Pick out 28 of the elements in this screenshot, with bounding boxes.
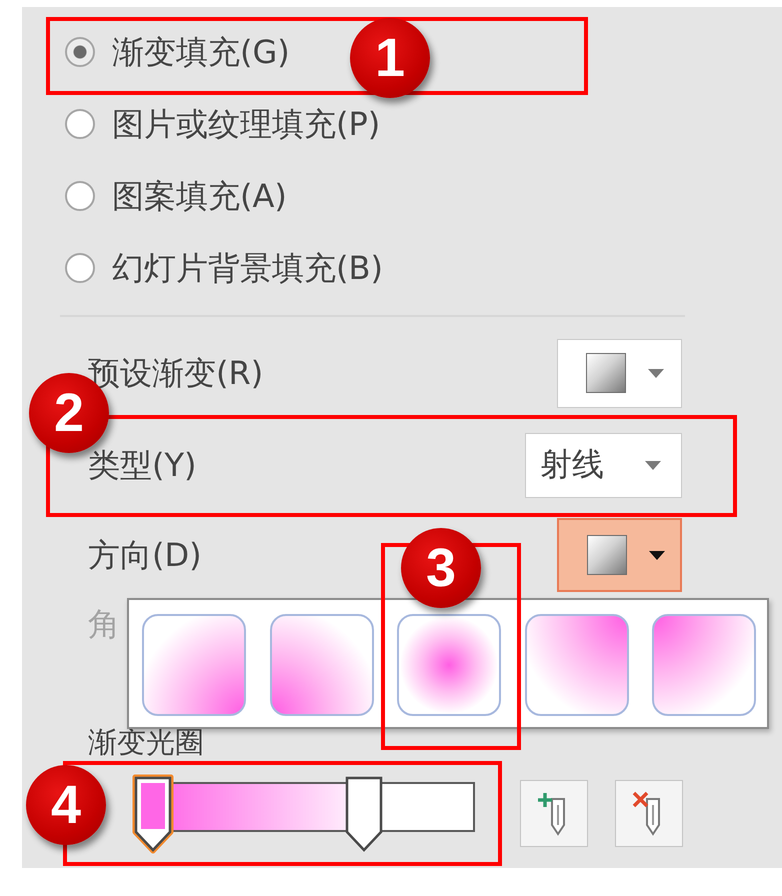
caret-down-icon: [648, 368, 664, 378]
gradient-stop-handle[interactable]: [343, 774, 386, 854]
fill-option-radio[interactable]: 渐变填充(G): [65, 30, 290, 74]
fill-option-radio[interactable]: 图案填充(A): [65, 174, 287, 218]
fill-option-radio[interactable]: 幻灯片背景填充(B): [65, 246, 383, 290]
gradient-option[interactable]: [524, 614, 628, 716]
field-label: 角: [88, 608, 120, 640]
callout-number: 3: [401, 528, 481, 608]
caret-down-icon: [649, 550, 665, 560]
add-stop-button[interactable]: [520, 780, 588, 847]
direction-dropdown[interactable]: [557, 518, 682, 592]
callout-number: 4: [26, 765, 106, 845]
fill-option-radio[interactable]: 图片或纹理填充(P): [65, 102, 380, 146]
type-dropdown[interactable]: 射线: [525, 432, 682, 498]
caret-down-icon: [645, 460, 661, 470]
gradient-option[interactable]: [652, 614, 756, 716]
field-label: 方向(D): [88, 539, 202, 571]
field-label: 渐变光圈: [88, 728, 204, 756]
preset-gradient-dropdown[interactable]: [557, 338, 682, 408]
gradient-square-icon: [587, 535, 627, 575]
remove-stop-button[interactable]: [615, 780, 683, 847]
gradient-option[interactable]: [397, 614, 501, 716]
gradient-stop-handle[interactable]: [132, 774, 174, 854]
gradient-square-icon: [586, 353, 626, 393]
gradient-option[interactable]: [142, 614, 246, 716]
gradient-option[interactable]: [270, 614, 374, 716]
gradient-stop-slider[interactable]: [132, 774, 476, 854]
callout-number: 1: [350, 18, 430, 98]
